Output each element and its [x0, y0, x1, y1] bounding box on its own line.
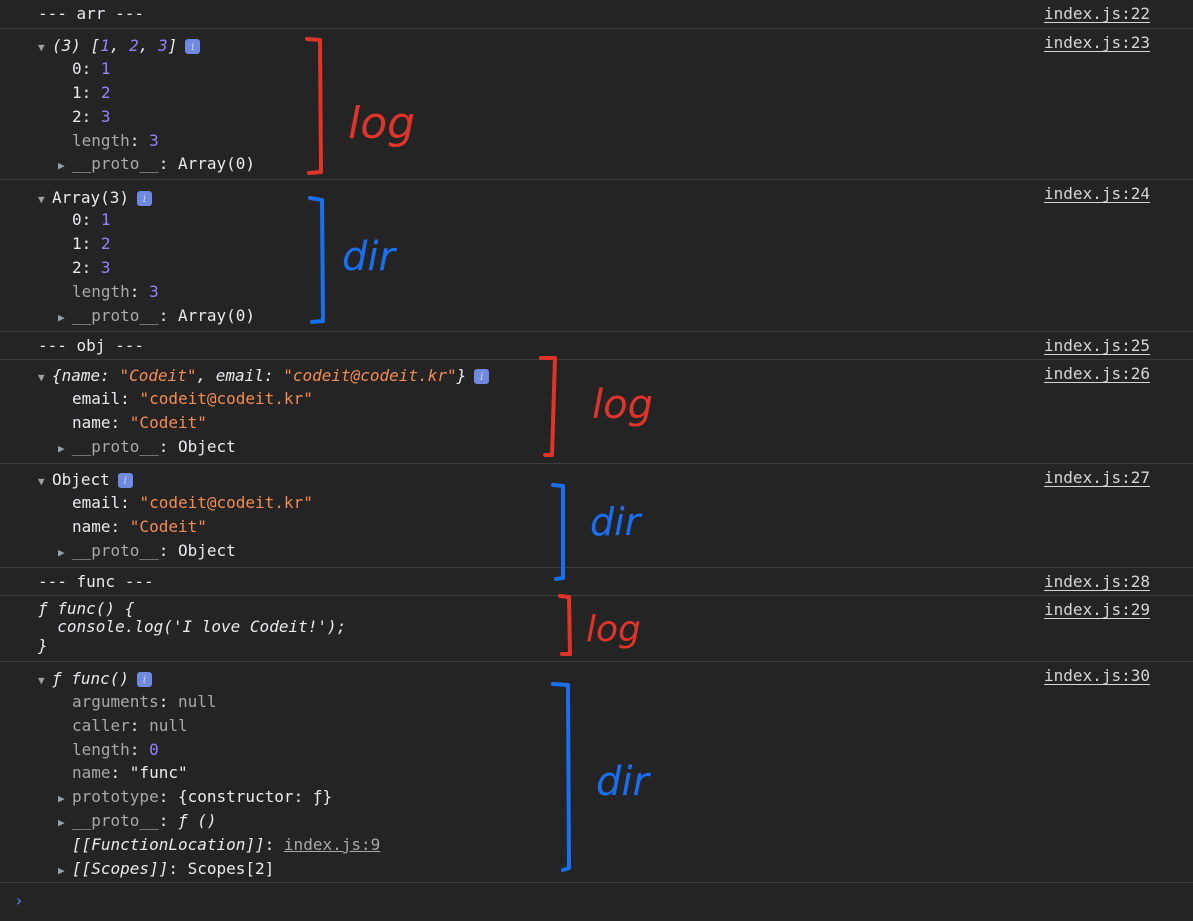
info-icon[interactable]: i	[137, 672, 153, 687]
console-message: ▼ {name: "Codeit", email: "codeit@codeit.…	[0, 359, 1193, 463]
expand-triangle-icon[interactable]: ▶	[58, 543, 72, 563]
expand-triangle-icon[interactable]: ▼	[38, 190, 52, 210]
property-row: length: 3	[72, 131, 159, 150]
console-message: --- obj --- index.js:25	[0, 331, 1193, 359]
property-row: name: "func"	[72, 763, 188, 782]
source-link[interactable]: index.js:26	[1044, 364, 1150, 384]
expand-triangle-icon[interactable]: ▶	[58, 789, 72, 809]
log-text: --- func ---	[38, 572, 154, 591]
property-row: email: "codeit@codeit.kr"	[72, 493, 313, 512]
function-location-row: [[FunctionLocation]]: index.js:9	[72, 835, 381, 854]
function-source-line: ƒ func() {	[38, 599, 135, 618]
expand-triangle-icon[interactable]: ▼	[38, 472, 52, 492]
console-message: ▼ Object i email: "codeit@codeit.kr" name:…	[0, 463, 1193, 567]
log-text: --- arr ---	[38, 4, 144, 23]
console-output: --- arr --- index.js:22 ▼ (3) [1, 2, 3] i …	[0, 0, 1193, 882]
property-row: 2: 3	[72, 258, 111, 277]
console-prompt-row[interactable]: ›	[0, 882, 1193, 921]
source-link[interactable]: index.js:28	[1044, 572, 1150, 592]
source-link[interactable]: index.js:29	[1044, 600, 1150, 620]
info-icon[interactable]: i	[474, 369, 490, 384]
prototype-row[interactable]: ▶ prototype: {constructor: ƒ}	[58, 787, 332, 809]
object-dir-header[interactable]: ▼ Object i	[38, 470, 133, 492]
source-link[interactable]: index.js:22	[1044, 4, 1150, 24]
array-dir-header[interactable]: ▼ Array(3) i	[38, 188, 153, 210]
console-message: --- func --- index.js:28	[0, 567, 1193, 595]
expand-triangle-icon[interactable]: ▶	[58, 813, 72, 833]
console-message: ƒ func() { console.log('I love Codeit!')…	[0, 595, 1193, 661]
console-message: ▼ ƒ func() i arguments: null caller: null …	[0, 661, 1193, 882]
scopes-row[interactable]: ▶ [[Scopes]]: Scopes[2]	[58, 859, 274, 881]
property-row: email: "codeit@codeit.kr"	[72, 389, 313, 408]
expand-triangle-icon[interactable]: ▼	[38, 368, 52, 388]
proto-row[interactable]: ▶ __proto__: Object	[58, 541, 236, 563]
source-link[interactable]: index.js:23	[1044, 33, 1150, 53]
property-row: 1: 2	[72, 234, 111, 253]
info-icon[interactable]: i	[137, 191, 153, 206]
object-preview-header[interactable]: ▼ {name: "Codeit", email: "codeit@codeit.…	[38, 366, 490, 388]
console-message: --- arr --- index.js:22	[0, 0, 1193, 28]
property-row: 2: 3	[72, 107, 111, 126]
info-icon[interactable]: i	[185, 39, 201, 54]
source-link[interactable]: index.js:25	[1044, 336, 1150, 356]
property-row: name: "Codeit"	[72, 517, 207, 536]
property-row: 0: 1	[72, 210, 111, 229]
property-row: length: 0	[72, 740, 159, 759]
expand-triangle-icon[interactable]: ▶	[58, 861, 72, 881]
property-row: name: "Codeit"	[72, 413, 207, 432]
property-row: 0: 1	[72, 59, 111, 78]
property-row: length: 3	[72, 282, 159, 301]
console-message: ▼ (3) [1, 2, 3] i 0: 1 1: 2 2: 3 length: 3…	[0, 28, 1193, 179]
proto-row[interactable]: ▶ __proto__: Object	[58, 437, 236, 459]
property-row: 1: 2	[72, 83, 111, 102]
prompt-chevron-icon: ›	[14, 891, 24, 910]
log-text: --- obj ---	[38, 336, 144, 355]
array-preview-header[interactable]: ▼ (3) [1, 2, 3] i	[38, 36, 201, 58]
source-link[interactable]: index.js:30	[1044, 666, 1150, 686]
expand-triangle-icon[interactable]: ▶	[58, 439, 72, 459]
expand-triangle-icon[interactable]: ▼	[38, 38, 52, 58]
console-message: ▼ Array(3) i 0: 1 1: 2 2: 3 length: 3 ▶ __p…	[0, 179, 1193, 331]
expand-triangle-icon[interactable]: ▶	[58, 308, 72, 328]
expand-triangle-icon[interactable]: ▼	[38, 671, 52, 691]
source-link[interactable]: index.js:27	[1044, 468, 1150, 488]
function-source-line: console.log('I love Codeit!');	[38, 617, 347, 636]
expand-triangle-icon[interactable]: ▶	[58, 156, 72, 176]
property-row: arguments: null	[72, 692, 217, 711]
proto-row[interactable]: ▶ __proto__: Array(0)	[58, 154, 255, 176]
property-row: caller: null	[72, 716, 188, 735]
info-icon[interactable]: i	[117, 473, 133, 488]
source-link[interactable]: index.js:24	[1044, 184, 1150, 204]
function-source-line: }	[38, 636, 48, 655]
proto-row[interactable]: ▶ __proto__: ƒ ()	[58, 811, 217, 833]
function-location-link[interactable]: index.js:9	[284, 835, 380, 854]
function-dir-header[interactable]: ▼ ƒ func() i	[38, 669, 153, 691]
proto-row[interactable]: ▶ __proto__: Array(0)	[58, 306, 255, 328]
